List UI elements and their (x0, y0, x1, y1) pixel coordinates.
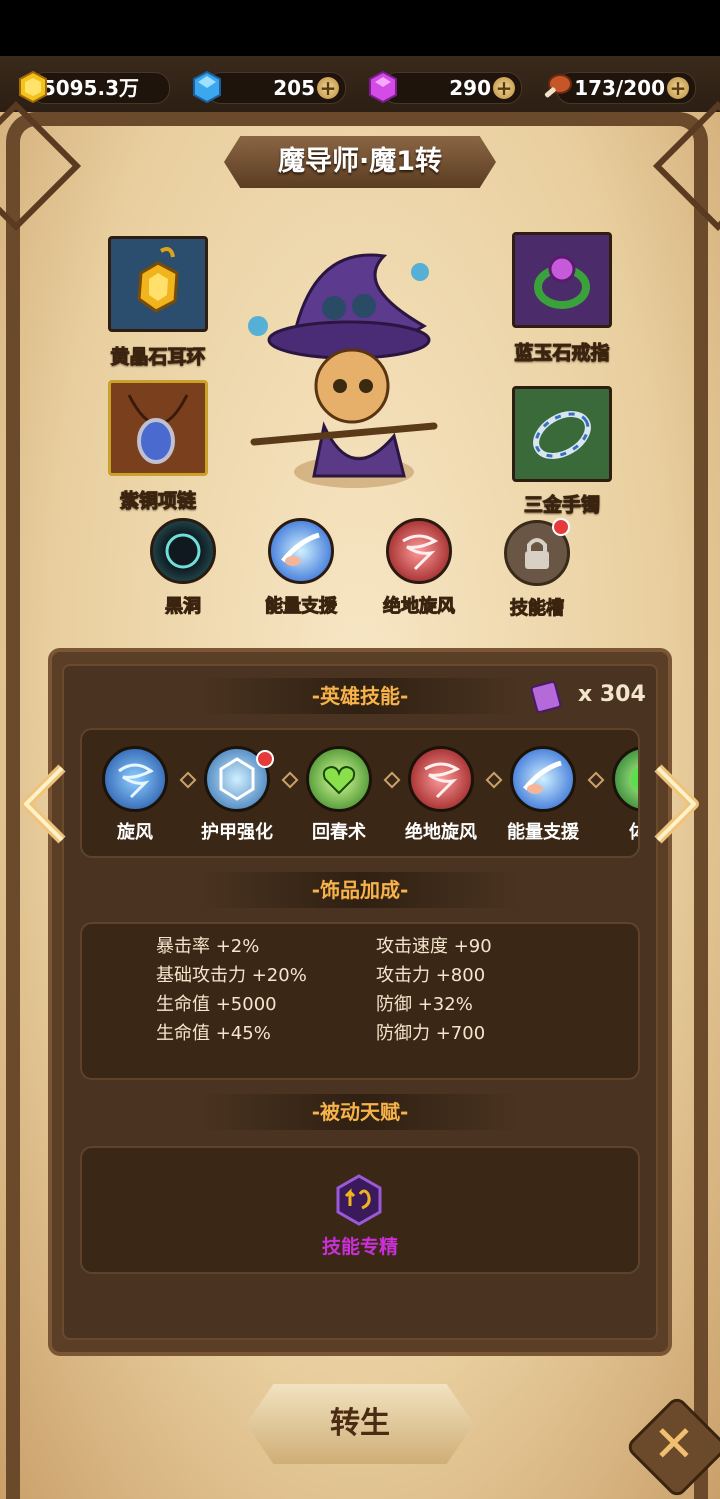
skill-book-count: x 304 (578, 682, 646, 707)
stat-line: 基础攻击力 +20% (156, 965, 307, 986)
energy-support-icon (523, 760, 562, 794)
hero-title: 魔导师·魔1转 (277, 146, 443, 177)
blue-diamond-icon (193, 70, 221, 104)
gem-counter: 290 + (382, 72, 522, 104)
whirlwind-icon (118, 763, 154, 799)
equip-slot-ring[interactable] (512, 232, 612, 328)
skill-book-icon (530, 681, 562, 713)
hero-skill-label: 体质 (608, 818, 638, 844)
add-diamond-button[interactable]: + (317, 77, 339, 99)
skill-mastery-icon[interactable] (334, 1174, 384, 1226)
accessory-bonus-title: -饰品加成- (200, 872, 520, 908)
stat-line: 防御 +32% (376, 994, 473, 1015)
purple-gem-icon (369, 70, 397, 104)
stat-line: 暴击率 +2% (156, 936, 260, 957)
stamina-counter: 173/200 + (556, 72, 696, 104)
energy-support-icon (281, 532, 320, 566)
notification-badge (256, 750, 274, 768)
rebirth-button[interactable]: 转生 (246, 1384, 474, 1464)
scroll-right-arrow[interactable] (646, 762, 706, 846)
equip-label-bracelet: 三金手镯 (523, 494, 600, 517)
bracelet-icon (533, 411, 591, 459)
hero-skill-energy-support[interactable] (510, 746, 576, 812)
equip-slot-necklace[interactable] (108, 380, 208, 476)
hero-skill-heal[interactable] (306, 746, 372, 812)
hero-skill-label: 旋风 (117, 822, 153, 843)
black-hole-icon (165, 533, 201, 569)
equip-label-earring: 黄晶石耳环 (110, 346, 206, 369)
hero-skill-label: 护甲强化 (201, 822, 273, 843)
red-whirlwind-icon (424, 762, 461, 799)
passive-talent-name: 技能专精 (321, 1236, 398, 1258)
hero-character (248, 253, 438, 488)
scroll-left-arrow[interactable] (14, 762, 74, 846)
equipped-skill-red-whirlwind[interactable] (386, 518, 452, 584)
constitution-icon (631, 766, 638, 792)
stat-line: 防御力 +700 (376, 1023, 486, 1044)
hero-skill-red-whirlwind[interactable] (408, 746, 474, 812)
gold-coin-icon (19, 70, 47, 104)
equipped-skill-label: 绝地旋风 (383, 596, 456, 618)
red-whirlwind-icon (402, 534, 439, 571)
necklace-icon (127, 394, 189, 464)
meat-icon (544, 74, 572, 98)
equip-label-ring: 蓝玉石戒指 (514, 342, 610, 365)
hero-skill-partial-clip: 体质 (608, 730, 638, 856)
gold-counter: 5095.3万 (30, 72, 170, 104)
equipped-skill-energy-support[interactable] (268, 518, 334, 584)
passive-talent-title: -被动天赋- (200, 1094, 520, 1130)
notification-badge (552, 518, 570, 536)
hero-skill-whirlwind[interactable] (102, 746, 168, 812)
equip-label-necklace: 紫铜项链 (119, 490, 196, 513)
hero-skill-label: 能量支援 (507, 822, 579, 843)
heal-heart-icon (322, 765, 356, 795)
equip-slot-earring[interactable] (108, 236, 208, 332)
stat-line: 生命值 +45% (156, 1023, 271, 1044)
equipped-skill-label: 能量支援 (265, 596, 338, 618)
equipped-skill-label: 技能槽 (510, 598, 565, 620)
diamond-counter: 205 + (206, 72, 346, 104)
add-stamina-button[interactable]: + (667, 77, 689, 99)
hero-skill-constitution[interactable] (612, 746, 638, 812)
equipped-skill-label: 黑洞 (165, 596, 202, 618)
hero-skill-label: 回春术 (312, 822, 366, 843)
hero-skill-label: 绝地旋风 (405, 822, 477, 843)
earring-icon (137, 247, 179, 313)
add-gem-button[interactable]: + (493, 77, 515, 99)
stat-line: 攻击速度 +90 (376, 936, 492, 957)
hero-skills-title: -英雄技能- (200, 678, 520, 714)
stat-line: 攻击力 +800 (376, 965, 486, 986)
close-icon[interactable]: ✕ (640, 1410, 708, 1478)
equipped-skill-black-hole[interactable] (150, 518, 216, 584)
stat-line: 生命值 +5000 (156, 994, 277, 1015)
ring-icon (534, 255, 590, 309)
equip-slot-bracelet[interactable] (512, 386, 612, 482)
